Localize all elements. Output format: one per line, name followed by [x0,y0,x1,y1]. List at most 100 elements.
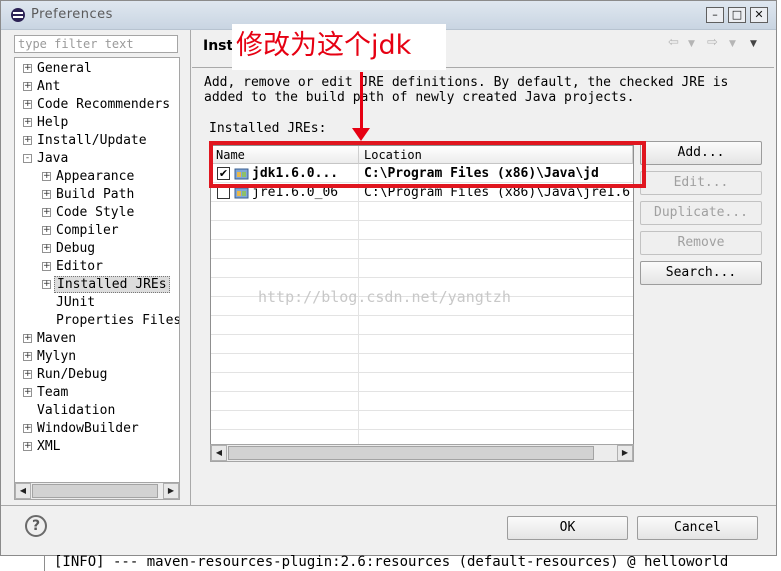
table-row [211,316,633,335]
tree-item-label: Debug [56,241,96,256]
table-horizontal-scrollbar[interactable]: ◀ ▶ [210,444,634,462]
eclipse-icon [11,8,25,22]
back-icon[interactable]: ⇦ [668,35,679,50]
edit-button[interactable]: Edit... [640,171,762,195]
scroll-right-icon[interactable]: ▶ [163,483,179,499]
tree-item-install-update[interactable]: + Install/Update [23,132,149,150]
window-title: Preferences [31,7,113,22]
back-menu-chevron-icon[interactable]: ▼ [688,39,695,49]
tree-item-code-recommenders[interactable]: + Code Recommenders [23,96,172,114]
expand-icon[interactable]: + [23,118,32,127]
expand-icon[interactable]: + [23,370,32,379]
page-description: Add, remove or edit JRE definitions. By … [204,75,729,105]
expand-icon[interactable]: + [23,334,32,343]
tree-item-junit[interactable]: JUnit [42,294,97,312]
preference-tree[interactable]: + General + Ant + Code Recommenders + Help + Inst… [14,57,180,484]
tree-item-code-style[interactable]: + Code Style [42,204,136,222]
tree-item-label: Java [37,151,69,166]
footer-divider [1,505,776,506]
expand-icon[interactable]: + [23,136,32,145]
expand-icon[interactable]: + [42,172,51,181]
tree-item-label: Appearance [56,169,135,184]
tree-item-label: Build Path [56,187,135,202]
tree-item-properties-files[interactable]: Properties Files [42,312,180,330]
table-row [211,392,633,411]
remove-button[interactable]: Remove [640,231,762,255]
search-button[interactable]: Search... [640,261,762,285]
scroll-right-icon[interactable]: ▶ [617,445,633,461]
expand-icon[interactable]: + [23,442,32,451]
scroll-thumb[interactable] [32,484,158,498]
table-row [211,411,633,430]
expand-icon[interactable]: + [23,100,32,109]
annotation-callout: 修改为这个jdk [232,24,446,70]
forward-icon[interactable]: ⇨ [707,35,718,50]
expand-icon[interactable]: + [42,226,51,235]
table-row [211,221,633,240]
close-button[interactable]: ✕ [750,7,768,23]
tree-item-label: JUnit [56,295,96,310]
splitter[interactable] [190,30,191,506]
tree-item-debug[interactable]: + Debug [42,240,97,258]
scroll-thumb[interactable] [228,446,594,460]
highlight-box [209,141,646,188]
cancel-button[interactable]: Cancel [637,516,758,540]
tree-item-editor[interactable]: + Editor [42,258,105,276]
scroll-left-icon[interactable]: ◀ [15,483,31,499]
expand-icon[interactable]: + [42,280,51,289]
scroll-left-icon[interactable]: ◀ [211,445,227,461]
collapse-icon[interactable]: - [23,154,32,163]
tree-item-java[interactable]: - Java [23,150,70,168]
tree-item-run-debug[interactable]: + Run/Debug [23,366,109,384]
expand-icon[interactable]: + [42,262,51,271]
tree-item-label: Install/Update [37,133,147,148]
view-menu-icon[interactable]: ▼ [750,39,757,49]
tree-item-maven[interactable]: + Maven [23,330,78,348]
tree-item-general[interactable]: + General [23,60,94,78]
installed-jres-label: Installed JREs: [209,121,327,136]
maximize-button[interactable]: □ [728,7,746,23]
tree-item-label: Team [37,385,69,400]
help-icon[interactable]: ? [25,515,47,537]
tree-item-xml[interactable]: + XML [23,438,62,456]
expand-icon[interactable]: + [23,64,32,73]
expand-icon[interactable]: + [42,190,51,199]
expand-icon[interactable]: + [23,352,32,361]
console-gutter [44,556,45,571]
ok-button[interactable]: OK [507,516,628,540]
tree-item-build-path[interactable]: + Build Path [42,186,136,204]
tree-item-team[interactable]: + Team [23,384,70,402]
tree-item-mylyn[interactable]: + Mylyn [23,348,78,366]
tree-item-label: Validation [37,403,116,418]
expand-icon[interactable]: + [42,208,51,217]
tree-item-label: Ant [37,79,61,94]
table-row [211,240,633,259]
duplicate-button[interactable]: Duplicate... [640,201,762,225]
annotation-arrow-head-icon [352,128,370,141]
expand-icon[interactable]: + [23,424,32,433]
tree-item-label: Mylyn [37,349,77,364]
expand-icon[interactable]: + [42,244,51,253]
expand-icon[interactable]: + [23,82,32,91]
tree-item-label: Help [37,115,69,130]
table-row [211,202,633,221]
tree-item-ant[interactable]: + Ant [23,78,62,96]
add-button[interactable]: Add... [640,141,762,165]
tree-item-appearance[interactable]: + Appearance [42,168,136,186]
tree-item-compiler[interactable]: + Compiler [42,222,121,240]
forward-menu-chevron-icon[interactable]: ▼ [729,39,736,49]
expand-icon[interactable]: + [23,388,32,397]
tree-item-label: Maven [37,331,77,346]
filter-input[interactable] [14,35,178,53]
minimize-button[interactable]: – [706,7,724,23]
tree-item-label: XML [37,439,61,454]
tree-item-installed-jres[interactable]: + Installed JREs [42,276,170,294]
tree-item-help[interactable]: + Help [23,114,70,132]
tree-item-label: Code Recommenders [37,97,171,112]
tree-horizontal-scrollbar[interactable]: ◀ ▶ [14,482,180,500]
tree-item-validation[interactable]: Validation [23,402,117,420]
tree-item-label: Code Style [56,205,135,220]
tree-item-windowbuilder[interactable]: + WindowBuilder [23,420,141,438]
tree-item-label: Properties Files [56,313,180,328]
tree-item-label: Run/Debug [37,367,108,382]
